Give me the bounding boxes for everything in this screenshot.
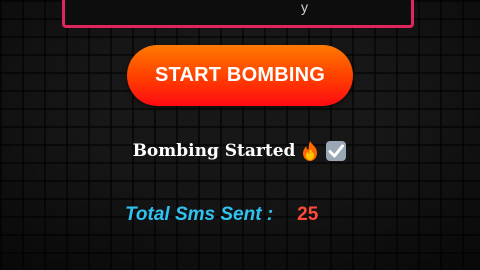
start-bombing-button[interactable]: START BOMBING [127,45,353,106]
status-message: Bombing Started [0,136,480,166]
sms-counter-label: Total Sms Sent : [125,204,274,225]
sms-counter-value: 25 [297,204,319,225]
fire-icon [299,140,321,162]
sms-counter: Total Sms Sent : 25 [125,200,318,230]
check-mark-icon [325,140,347,162]
input-value: y [301,0,308,15]
status-text: Bombing Started [132,141,296,161]
target-input-field[interactable]: y [62,0,414,28]
